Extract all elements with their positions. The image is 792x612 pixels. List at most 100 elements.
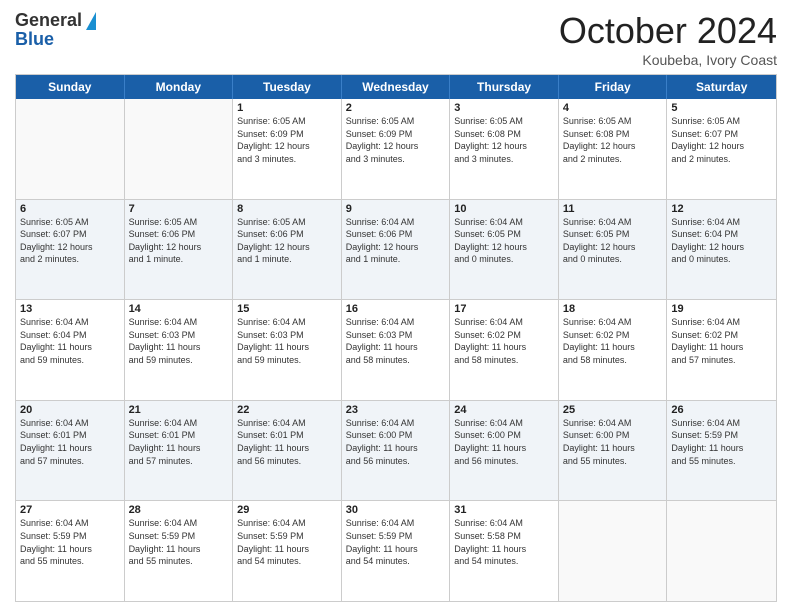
- day-number: 28: [129, 504, 229, 516]
- calendar-row: 1Sunrise: 6:05 AM Sunset: 6:09 PM Daylig…: [16, 99, 776, 199]
- calendar-cell: 30Sunrise: 6:04 AM Sunset: 5:59 PM Dayli…: [342, 501, 451, 601]
- day-number: 15: [237, 303, 337, 315]
- day-info: Sunrise: 6:04 AM Sunset: 6:05 PM Dayligh…: [563, 216, 663, 266]
- day-info: Sunrise: 6:05 AM Sunset: 6:07 PM Dayligh…: [20, 216, 120, 266]
- calendar-cell: 31Sunrise: 6:04 AM Sunset: 5:58 PM Dayli…: [450, 501, 559, 601]
- calendar-row: 13Sunrise: 6:04 AM Sunset: 6:04 PM Dayli…: [16, 299, 776, 400]
- day-number: 29: [237, 504, 337, 516]
- calendar-cell: 20Sunrise: 6:04 AM Sunset: 6:01 PM Dayli…: [16, 401, 125, 501]
- day-info: Sunrise: 6:04 AM Sunset: 6:02 PM Dayligh…: [454, 316, 554, 366]
- day-info: Sunrise: 6:04 AM Sunset: 6:01 PM Dayligh…: [20, 417, 120, 467]
- weekday-header: Wednesday: [342, 75, 451, 99]
- day-info: Sunrise: 6:04 AM Sunset: 6:00 PM Dayligh…: [563, 417, 663, 467]
- day-number: 7: [129, 203, 229, 215]
- day-info: Sunrise: 6:04 AM Sunset: 6:05 PM Dayligh…: [454, 216, 554, 266]
- calendar-cell: [16, 99, 125, 199]
- calendar-cell: 10Sunrise: 6:04 AM Sunset: 6:05 PM Dayli…: [450, 200, 559, 300]
- day-number: 10: [454, 203, 554, 215]
- weekday-header: Sunday: [16, 75, 125, 99]
- calendar-cell: 7Sunrise: 6:05 AM Sunset: 6:06 PM Daylig…: [125, 200, 234, 300]
- day-info: Sunrise: 6:04 AM Sunset: 5:59 PM Dayligh…: [20, 517, 120, 567]
- day-number: 11: [563, 203, 663, 215]
- day-info: Sunrise: 6:04 AM Sunset: 6:03 PM Dayligh…: [346, 316, 446, 366]
- day-info: Sunrise: 6:04 AM Sunset: 6:01 PM Dayligh…: [129, 417, 229, 467]
- day-number: 24: [454, 404, 554, 416]
- day-info: Sunrise: 6:04 AM Sunset: 6:02 PM Dayligh…: [563, 316, 663, 366]
- calendar-cell: 11Sunrise: 6:04 AM Sunset: 6:05 PM Dayli…: [559, 200, 668, 300]
- day-info: Sunrise: 6:04 AM Sunset: 6:02 PM Dayligh…: [671, 316, 772, 366]
- day-info: Sunrise: 6:04 AM Sunset: 6:01 PM Dayligh…: [237, 417, 337, 467]
- weekday-header: Saturday: [667, 75, 776, 99]
- day-number: 12: [671, 203, 772, 215]
- weekday-header: Tuesday: [233, 75, 342, 99]
- header: General Blue October 2024 Koubeba, Ivory…: [15, 10, 777, 68]
- day-number: 19: [671, 303, 772, 315]
- day-number: 2: [346, 102, 446, 114]
- calendar-cell: 4Sunrise: 6:05 AM Sunset: 6:08 PM Daylig…: [559, 99, 668, 199]
- calendar-cell: 28Sunrise: 6:04 AM Sunset: 5:59 PM Dayli…: [125, 501, 234, 601]
- calendar-cell: [125, 99, 234, 199]
- day-info: Sunrise: 6:04 AM Sunset: 5:59 PM Dayligh…: [671, 417, 772, 467]
- day-info: Sunrise: 6:05 AM Sunset: 6:08 PM Dayligh…: [563, 115, 663, 165]
- calendar-cell: 2Sunrise: 6:05 AM Sunset: 6:09 PM Daylig…: [342, 99, 451, 199]
- calendar-row: 6Sunrise: 6:05 AM Sunset: 6:07 PM Daylig…: [16, 199, 776, 300]
- day-number: 23: [346, 404, 446, 416]
- day-info: Sunrise: 6:05 AM Sunset: 6:06 PM Dayligh…: [237, 216, 337, 266]
- month-title: October 2024: [559, 10, 777, 52]
- day-info: Sunrise: 6:05 AM Sunset: 6:07 PM Dayligh…: [671, 115, 772, 165]
- day-number: 25: [563, 404, 663, 416]
- day-info: Sunrise: 6:04 AM Sunset: 5:59 PM Dayligh…: [129, 517, 229, 567]
- calendar-cell: 27Sunrise: 6:04 AM Sunset: 5:59 PM Dayli…: [16, 501, 125, 601]
- calendar-cell: 24Sunrise: 6:04 AM Sunset: 6:00 PM Dayli…: [450, 401, 559, 501]
- calendar-cell: 19Sunrise: 6:04 AM Sunset: 6:02 PM Dayli…: [667, 300, 776, 400]
- calendar-cell: [667, 501, 776, 601]
- day-info: Sunrise: 6:04 AM Sunset: 6:00 PM Dayligh…: [346, 417, 446, 467]
- calendar-row: 20Sunrise: 6:04 AM Sunset: 6:01 PM Dayli…: [16, 400, 776, 501]
- day-info: Sunrise: 6:04 AM Sunset: 6:06 PM Dayligh…: [346, 216, 446, 266]
- calendar-cell: 25Sunrise: 6:04 AM Sunset: 6:00 PM Dayli…: [559, 401, 668, 501]
- day-number: 18: [563, 303, 663, 315]
- calendar-cell: 16Sunrise: 6:04 AM Sunset: 6:03 PM Dayli…: [342, 300, 451, 400]
- day-number: 8: [237, 203, 337, 215]
- logo-general-text: General: [15, 10, 82, 31]
- calendar-cell: 29Sunrise: 6:04 AM Sunset: 5:59 PM Dayli…: [233, 501, 342, 601]
- calendar-cell: 15Sunrise: 6:04 AM Sunset: 6:03 PM Dayli…: [233, 300, 342, 400]
- day-number: 16: [346, 303, 446, 315]
- day-number: 9: [346, 203, 446, 215]
- day-number: 21: [129, 404, 229, 416]
- calendar-cell: 23Sunrise: 6:04 AM Sunset: 6:00 PM Dayli…: [342, 401, 451, 501]
- calendar: SundayMondayTuesdayWednesdayThursdayFrid…: [15, 74, 777, 602]
- day-number: 31: [454, 504, 554, 516]
- day-info: Sunrise: 6:04 AM Sunset: 5:58 PM Dayligh…: [454, 517, 554, 567]
- day-number: 26: [671, 404, 772, 416]
- title-area: October 2024 Koubeba, Ivory Coast: [559, 10, 777, 68]
- calendar-cell: 13Sunrise: 6:04 AM Sunset: 6:04 PM Dayli…: [16, 300, 125, 400]
- day-number: 5: [671, 102, 772, 114]
- calendar-cell: 14Sunrise: 6:04 AM Sunset: 6:03 PM Dayli…: [125, 300, 234, 400]
- calendar-cell: 9Sunrise: 6:04 AM Sunset: 6:06 PM Daylig…: [342, 200, 451, 300]
- day-info: Sunrise: 6:04 AM Sunset: 6:03 PM Dayligh…: [237, 316, 337, 366]
- calendar-cell: 8Sunrise: 6:05 AM Sunset: 6:06 PM Daylig…: [233, 200, 342, 300]
- calendar-cell: 6Sunrise: 6:05 AM Sunset: 6:07 PM Daylig…: [16, 200, 125, 300]
- day-info: Sunrise: 6:04 AM Sunset: 6:00 PM Dayligh…: [454, 417, 554, 467]
- weekday-header: Monday: [125, 75, 234, 99]
- day-number: 30: [346, 504, 446, 516]
- calendar-body: 1Sunrise: 6:05 AM Sunset: 6:09 PM Daylig…: [16, 99, 776, 601]
- logo-blue-text: Blue: [15, 29, 54, 50]
- day-info: Sunrise: 6:05 AM Sunset: 6:08 PM Dayligh…: [454, 115, 554, 165]
- day-info: Sunrise: 6:04 AM Sunset: 6:04 PM Dayligh…: [20, 316, 120, 366]
- calendar-cell: 1Sunrise: 6:05 AM Sunset: 6:09 PM Daylig…: [233, 99, 342, 199]
- logo: General Blue: [15, 10, 96, 50]
- calendar-cell: 18Sunrise: 6:04 AM Sunset: 6:02 PM Dayli…: [559, 300, 668, 400]
- day-number: 27: [20, 504, 120, 516]
- day-number: 17: [454, 303, 554, 315]
- day-info: Sunrise: 6:04 AM Sunset: 5:59 PM Dayligh…: [346, 517, 446, 567]
- day-info: Sunrise: 6:05 AM Sunset: 6:09 PM Dayligh…: [346, 115, 446, 165]
- day-info: Sunrise: 6:04 AM Sunset: 6:03 PM Dayligh…: [129, 316, 229, 366]
- calendar-cell: 21Sunrise: 6:04 AM Sunset: 6:01 PM Dayli…: [125, 401, 234, 501]
- calendar-cell: 26Sunrise: 6:04 AM Sunset: 5:59 PM Dayli…: [667, 401, 776, 501]
- logo-triangle-icon: [86, 12, 96, 30]
- day-number: 14: [129, 303, 229, 315]
- calendar-cell: 17Sunrise: 6:04 AM Sunset: 6:02 PM Dayli…: [450, 300, 559, 400]
- calendar-header: SundayMondayTuesdayWednesdayThursdayFrid…: [16, 75, 776, 99]
